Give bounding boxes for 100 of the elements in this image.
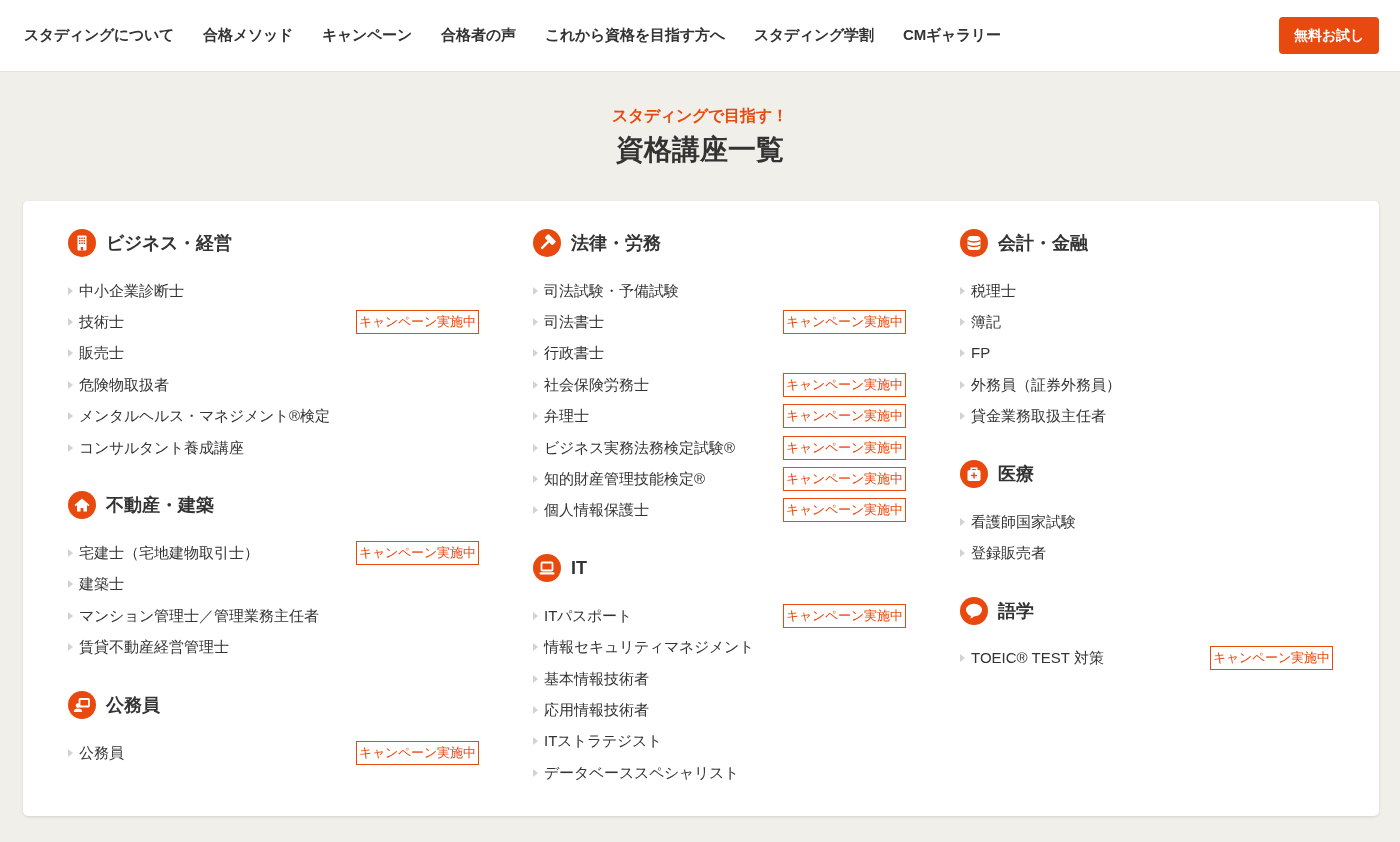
nav-link[interactable]: これから資格を目指す方へ — [545, 24, 725, 47]
nav-link[interactable]: 合格メソッド — [203, 24, 293, 47]
campaign-label: キャンペーン実施中 — [356, 541, 479, 566]
campaign-label: キャンペーン実施中 — [783, 603, 906, 628]
course-link[interactable]: 司法試験・予備試験 — [533, 279, 679, 302]
laptop-icon — [533, 554, 561, 583]
triangle-icon — [533, 674, 538, 683]
triangle-icon — [960, 517, 965, 526]
course-link[interactable]: 危険物取扱者 — [68, 373, 169, 396]
course-link[interactable]: 看護師国家試験 — [960, 510, 1076, 533]
course-link[interactable]: FP — [960, 342, 991, 365]
course-link[interactable]: 応用情報技術者 — [533, 699, 649, 721]
triangle-icon — [533, 412, 538, 421]
category-heading: 法律・労務 — [571, 232, 661, 255]
category-heading: 語学 — [998, 599, 1034, 623]
course-link[interactable]: TOEIC® TEST 対策 — [960, 647, 1104, 670]
first-aid-kit-icon — [960, 459, 988, 488]
triangle-icon — [533, 506, 538, 515]
course-link[interactable]: 公務員 — [68, 741, 124, 764]
campaign-label: キャンペーン実施中 — [1210, 646, 1333, 671]
page-title: 資格講座一覧 — [615, 133, 785, 167]
course-link[interactable]: 中小企業診断士 — [68, 279, 184, 302]
course-link[interactable]: 宅建士（宅地建物取引士） — [68, 542, 259, 565]
triangle-icon — [68, 412, 73, 421]
course-link[interactable]: 司法書士 — [533, 311, 604, 334]
triangle-icon — [68, 580, 73, 589]
triangle-icon — [960, 349, 965, 358]
course-link[interactable]: 外務員（証券外務員） — [960, 373, 1121, 396]
course-link[interactable]: 販売士 — [68, 342, 124, 365]
nav-link[interactable]: CMギャラリー — [903, 24, 1002, 47]
triangle-icon — [533, 380, 538, 389]
triangle-icon — [960, 318, 965, 327]
nav-link[interactable]: キャンペーン — [322, 24, 412, 47]
campaign-label: キャンペーン実施中 — [783, 498, 906, 523]
course-link[interactable]: データベーススペシャリスト — [533, 761, 739, 784]
house-icon — [68, 491, 96, 520]
course-link[interactable]: 弁理士 — [533, 405, 589, 428]
nav-link[interactable]: 合格者の声 — [441, 24, 516, 47]
nav-link[interactable]: スタディング学割 — [754, 24, 874, 47]
course-link[interactable]: ITパスポート — [533, 604, 633, 627]
campaign-label: キャンペーン実施中 — [783, 467, 906, 492]
course-link[interactable]: 個人情報保護士 — [533, 499, 649, 522]
triangle-icon — [68, 549, 73, 558]
triangle-icon — [960, 654, 965, 663]
category-heading: ビジネス・経営 — [106, 232, 232, 255]
course-link[interactable]: ITストラテジスト — [533, 730, 663, 753]
triangle-icon — [68, 748, 73, 757]
triangle-icon — [533, 768, 538, 777]
triangle-icon — [533, 286, 538, 295]
category-heading: 公務員 — [106, 693, 160, 717]
triangle-icon — [68, 611, 73, 620]
category-heading: 医療 — [998, 462, 1034, 486]
category-heading: IT — [571, 557, 587, 581]
triangle-icon — [533, 318, 538, 327]
course-link[interactable]: コンサルタント養成講座 — [68, 436, 244, 459]
campaign-label: キャンペーン実施中 — [783, 435, 906, 460]
category-heading: 不動産・建築 — [106, 494, 214, 518]
triangle-icon — [68, 443, 73, 452]
building-icon — [68, 229, 96, 257]
campaign-label: キャンペーン実施中 — [356, 740, 479, 765]
speech-bubble-icon — [960, 596, 988, 625]
triangle-icon — [68, 349, 73, 358]
course-link[interactable]: 情報セキュリティマネジメント — [533, 636, 754, 659]
triangle-icon — [533, 737, 538, 746]
campaign-label: キャンペーン実施中 — [783, 372, 906, 397]
triangle-icon — [533, 443, 538, 452]
category-heading: 会計・金融 — [998, 232, 1088, 255]
campaign-label: キャンペーン実施中 — [783, 310, 906, 335]
triangle-icon — [533, 706, 538, 714]
free-trial-button[interactable]: 無料お試し — [1279, 17, 1379, 54]
triangle-icon — [533, 349, 538, 358]
triangle-icon — [960, 549, 965, 558]
course-link[interactable]: 基本情報技術者 — [533, 667, 649, 690]
triangle-icon — [960, 380, 965, 389]
course-link[interactable]: 知的財産管理技能検定® — [533, 468, 706, 491]
triangle-icon — [68, 318, 73, 327]
course-link[interactable]: マンション管理士／管理業務主任者 — [68, 604, 319, 627]
course-link[interactable]: 賃貸不動産経営管理士 — [68, 636, 229, 659]
course-link[interactable]: 行政書士 — [533, 342, 604, 365]
course-link[interactable]: 登録販売者 — [960, 542, 1046, 565]
course-link[interactable]: ビジネス実務法務検定試験® — [533, 436, 736, 459]
person-board-icon — [68, 690, 96, 719]
section-eyebrow: スタディングで目指す！ — [611, 106, 789, 126]
triangle-icon — [68, 286, 73, 295]
triangle-icon — [960, 412, 965, 421]
triangle-icon — [68, 380, 73, 389]
course-link[interactable]: 社会保険労務士 — [533, 373, 649, 396]
course-link[interactable]: 貸金業務取扱主任者 — [960, 405, 1106, 428]
gavel-icon — [533, 229, 561, 257]
campaign-label: キャンペーン実施中 — [783, 404, 906, 429]
triangle-icon — [533, 611, 538, 620]
course-link[interactable]: 税理士 — [960, 279, 1016, 302]
course-link[interactable]: 技術士 — [68, 311, 124, 334]
course-link[interactable]: メンタルヘルス・マネジメント®検定 — [68, 405, 331, 428]
nav-link[interactable]: スタディングについて — [24, 24, 174, 47]
campaign-label: キャンペーン実施中 — [356, 310, 479, 335]
course-link[interactable]: 建築士 — [68, 573, 124, 596]
database-icon — [960, 229, 988, 257]
course-link[interactable]: 簿記 — [960, 311, 1001, 334]
triangle-icon — [960, 286, 965, 295]
